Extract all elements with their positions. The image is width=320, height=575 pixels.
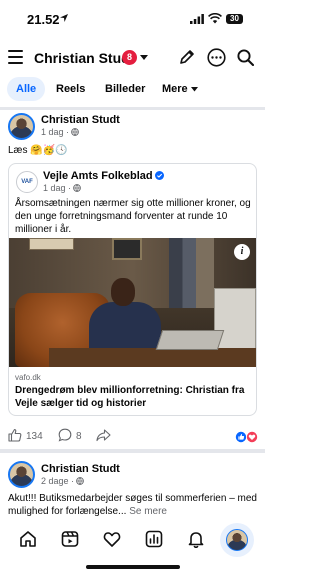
page-logo[interactable]: VAF: [16, 171, 38, 193]
post-text: Akut!!! Butiksmedarbejder søges til somm…: [8, 492, 260, 518]
bell-icon[interactable]: [187, 530, 205, 548]
globe-icon: [71, 128, 79, 136]
post-time: 2 dage ·: [41, 476, 84, 486]
comment-button[interactable]: 8: [58, 428, 82, 444]
shared-post-time: 1 dag ·: [43, 183, 81, 193]
like-button[interactable]: 134: [8, 428, 43, 444]
tab-photos[interactable]: Billeder: [96, 77, 154, 101]
chevron-down-icon: [190, 86, 198, 92]
tab-all[interactable]: Alle: [7, 77, 46, 101]
thumbs-up-icon: [8, 428, 22, 442]
article-photo[interactable]: i: [9, 238, 256, 367]
post-time-text: 2 dage ·: [41, 476, 75, 486]
wifi-icon: [208, 13, 222, 24]
heart-icon[interactable]: [103, 530, 121, 548]
page-title[interactable]: Christian Studt: [34, 50, 134, 66]
battery-icon: 30: [226, 14, 243, 24]
signal-icon: [190, 14, 204, 24]
post-text: Læs 🤗🥳🕓: [8, 145, 68, 156]
notification-badge: 8: [122, 50, 137, 65]
comment-icon: [58, 428, 72, 442]
video-icon[interactable]: [61, 530, 79, 548]
profile-avatar: [226, 529, 248, 551]
tab-more[interactable]: Mere: [153, 77, 207, 101]
post-author[interactable]: Christian Studt: [41, 463, 120, 475]
dashboard-icon[interactable]: [145, 530, 163, 548]
post-author[interactable]: Christian Studt: [41, 114, 120, 126]
shared-post-time-text: 1 dag ·: [43, 183, 72, 193]
shared-page-name[interactable]: Vejle Amts Folkeblad: [43, 170, 164, 182]
avatar[interactable]: [8, 113, 35, 140]
link-title[interactable]: Drengedrøm blev millionforretning: Chris…: [15, 384, 255, 410]
tab-more-label: Mere: [162, 83, 188, 95]
profile-tabs: Alle Reels Billeder Mere: [0, 77, 265, 103]
like-count: 134: [26, 431, 43, 442]
globe-icon: [76, 477, 84, 485]
divider: [0, 449, 265, 453]
shared-page-name-text: Vejle Amts Folkeblad: [43, 170, 153, 182]
top-bar: Christian Studt 8: [0, 42, 265, 74]
tab-reels[interactable]: Reels: [47, 77, 94, 101]
more-options-icon[interactable]: [207, 48, 226, 67]
shared-post-text: Årsomsætningen nærmer sig otte millioner…: [15, 198, 251, 235]
share-icon: [96, 429, 111, 442]
reactions-bar: 134 8: [0, 426, 265, 446]
divider: [0, 107, 265, 110]
link-domain: vafo.dk: [15, 373, 41, 382]
home-icon[interactable]: [19, 530, 37, 548]
see-more-link[interactable]: Se mere: [129, 506, 167, 517]
post-time-text: 1 dag ·: [41, 127, 70, 137]
profile-tab[interactable]: [220, 523, 254, 557]
location-arrow-icon: [60, 14, 68, 22]
search-icon[interactable]: [237, 49, 254, 66]
status-time: 21.52: [27, 12, 60, 27]
avatar[interactable]: [8, 461, 35, 488]
chevron-down-icon[interactable]: [140, 55, 148, 61]
edit-pencil-icon[interactable]: [178, 49, 195, 66]
shared-link-card[interactable]: VAF Vejle Amts Folkeblad 1 dag · Årsomsæ…: [8, 163, 257, 416]
info-icon[interactable]: i: [234, 244, 250, 260]
home-indicator: [86, 565, 180, 569]
hamburger-menu-icon[interactable]: [8, 50, 23, 64]
comment-count: 8: [76, 431, 82, 442]
globe-icon: [73, 184, 81, 192]
reaction-summary-icon[interactable]: [235, 431, 261, 443]
bottom-navigation: [0, 522, 265, 558]
status-bar: 21.52 30: [0, 0, 265, 38]
share-button[interactable]: [96, 428, 115, 444]
verified-badge-icon: [154, 171, 164, 180]
post-time: 1 dag ·: [41, 127, 79, 137]
